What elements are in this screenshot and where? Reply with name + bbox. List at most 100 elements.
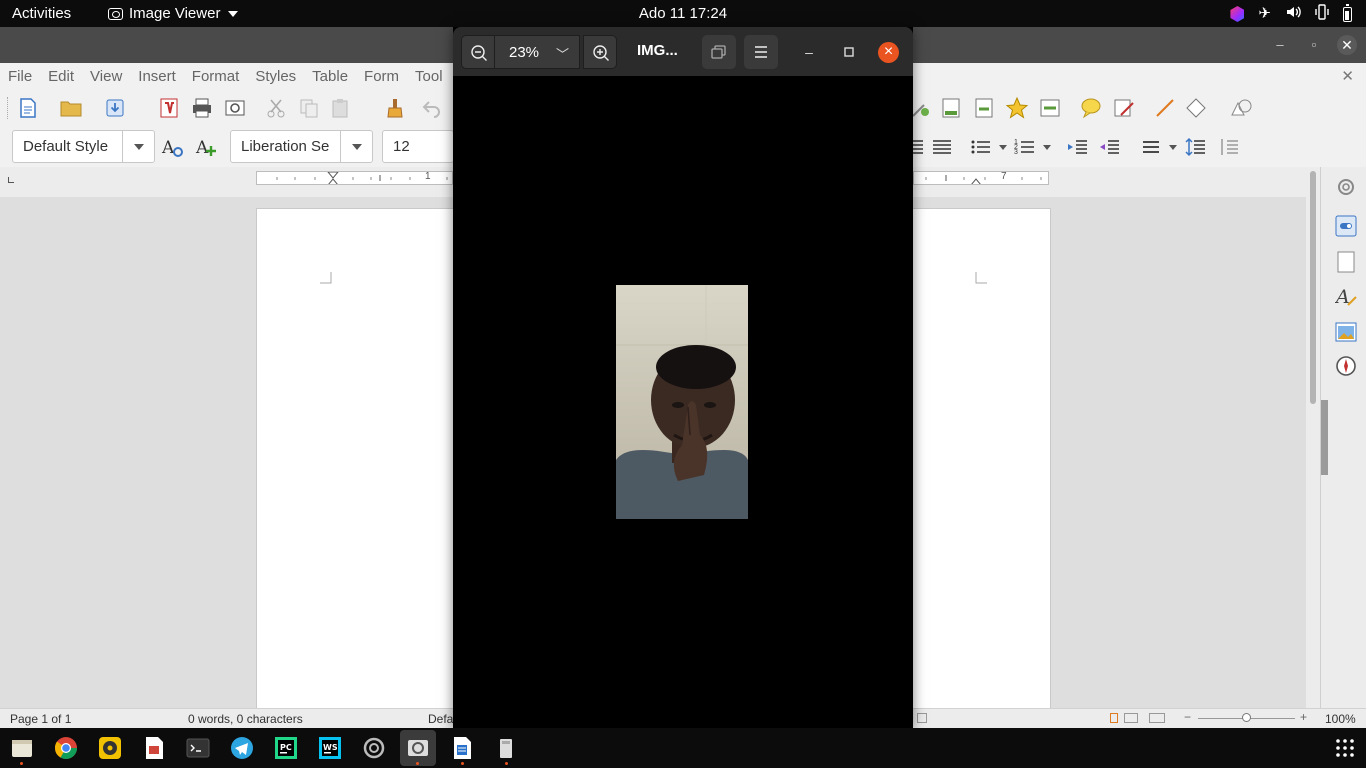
sidebar-collapse-handle[interactable] <box>1321 400 1328 475</box>
font-size-select[interactable]: 12 <box>382 130 454 163</box>
menu-edit[interactable]: Edit <box>48 68 74 85</box>
page-icon[interactable] <box>1335 251 1357 273</box>
styles-icon[interactable]: A <box>1335 285 1357 307</box>
close-button[interactable]: ✕ <box>1337 35 1357 55</box>
show-applications-icon[interactable] <box>1333 736 1357 760</box>
clone-formatting-icon[interactable] <box>384 97 406 119</box>
close-button[interactable]: × <box>878 42 899 63</box>
zoom-out-button[interactable] <box>461 35 495 69</box>
tab-stop-selector[interactable] <box>8 177 14 183</box>
displayed-photo[interactable] <box>616 285 748 519</box>
vertical-scrollbar[interactable] <box>1306 167 1320 708</box>
maximize-button[interactable] <box>838 41 860 63</box>
trash-icon[interactable] <box>494 736 518 760</box>
terminal-icon[interactable] <box>186 736 210 760</box>
telegram-icon[interactable] <box>230 736 254 760</box>
book-view-icon[interactable] <box>1149 713 1165 723</box>
multi-page-view-icon[interactable] <box>1124 713 1138 723</box>
system-tray[interactable]: ✈ <box>1230 3 1352 24</box>
new-style-icon[interactable]: A <box>195 136 217 158</box>
sidebar-settings-icon[interactable] <box>1335 176 1357 198</box>
airplane-mode-icon[interactable]: ✈ <box>1258 5 1271 23</box>
insert-footnote-icon[interactable] <box>940 97 962 119</box>
fullscreen-button[interactable] <box>702 35 736 69</box>
minimize-button[interactable]: – <box>1270 35 1290 55</box>
update-style-icon[interactable]: A <box>161 136 183 158</box>
zoom-out-icon[interactable]: − <box>1184 710 1191 724</box>
zoom-slider-knob[interactable] <box>1242 713 1251 722</box>
navigator-icon[interactable] <box>1335 355 1357 377</box>
vibrate-icon[interactable] <box>1315 4 1329 24</box>
rhythmbox-icon[interactable] <box>98 736 122 760</box>
clock[interactable]: Ado 11 17:24 <box>639 5 727 22</box>
insert-comment-icon[interactable] <box>1080 97 1102 119</box>
menu-view[interactable]: View <box>90 68 122 85</box>
paragraph-style-select[interactable]: Default Style <box>12 130 155 163</box>
minimize-button[interactable]: – <box>798 41 820 63</box>
copy-icon[interactable] <box>298 97 320 119</box>
menu-insert[interactable]: Insert <box>138 68 176 85</box>
activities-button[interactable]: Activities <box>12 5 71 22</box>
page-count[interactable]: Page 1 of 1 <box>10 712 71 726</box>
zoom-in-icon[interactable]: + <box>1300 710 1307 724</box>
increase-indent-icon[interactable] <box>1067 136 1089 158</box>
paste-icon[interactable] <box>330 97 352 119</box>
files-icon[interactable] <box>10 736 34 760</box>
battery-icon[interactable] <box>1343 3 1352 22</box>
webstorm-icon[interactable]: WS <box>318 736 342 760</box>
zoom-in-button[interactable] <box>583 35 617 69</box>
horizontal-ruler-right[interactable]: 7 <box>913 171 1049 185</box>
decrease-indent-icon[interactable] <box>1099 136 1121 158</box>
single-page-view-icon[interactable] <box>1110 713 1118 723</box>
menu-table[interactable]: Table <box>312 68 348 85</box>
export-pdf-icon[interactable] <box>158 97 180 119</box>
unordered-list-icon[interactable] <box>970 136 992 158</box>
insert-bookmark-icon[interactable] <box>1006 97 1028 119</box>
save-icon[interactable] <box>104 97 126 119</box>
chrome-icon[interactable] <box>54 736 78 760</box>
close-document-icon[interactable]: ✕ <box>1341 67 1354 85</box>
viewer-headerbar[interactable]: 23% ﹀ IMG... – × <box>453 27 913 76</box>
chevron-down-icon[interactable] <box>122 131 154 162</box>
track-changes-icon[interactable] <box>1113 97 1135 119</box>
insert-cross-reference-icon[interactable] <box>1039 97 1061 119</box>
menu-tools[interactable]: Tool <box>415 68 443 85</box>
menu-styles[interactable]: Styles <box>255 68 296 85</box>
menu-format[interactable]: Format <box>192 68 240 85</box>
basic-shapes-icon[interactable] <box>1185 97 1207 119</box>
menu-form[interactable]: Form <box>364 68 399 85</box>
cut-icon[interactable] <box>265 97 287 119</box>
list-dropdown-icon[interactable] <box>999 145 1007 150</box>
maximize-button[interactable]: ▫ <box>1304 35 1324 55</box>
page-style[interactable]: Defa <box>428 712 453 726</box>
open-folder-icon[interactable] <box>60 97 82 119</box>
libreoffice-writer-icon[interactable] <box>450 736 474 760</box>
font-name-select[interactable]: Liberation Se <box>230 130 373 163</box>
volume-icon[interactable] <box>1285 4 1301 24</box>
insert-endnote-icon[interactable] <box>973 97 995 119</box>
main-menu-button[interactable] <box>744 35 778 69</box>
app-indicator-icon[interactable] <box>1230 6 1245 22</box>
ordered-list-icon[interactable]: 123 <box>1014 136 1036 158</box>
chevron-down-icon[interactable] <box>340 131 372 162</box>
scrollbar-thumb[interactable] <box>1310 171 1316 404</box>
insert-line-icon[interactable] <box>1154 97 1176 119</box>
increase-paragraph-spacing-icon[interactable] <box>1185 136 1207 158</box>
digital-signature-icon[interactable] <box>917 713 927 723</box>
gallery-icon[interactable] <box>1335 321 1357 343</box>
justify-icon[interactable] <box>931 136 953 158</box>
undo-icon[interactable] <box>421 97 443 119</box>
menu-file[interactable]: File <box>8 68 32 85</box>
spacing-dropdown-icon[interactable] <box>1169 145 1177 150</box>
print-icon[interactable] <box>191 97 213 119</box>
zoom-level-select[interactable]: 23% ﹀ <box>494 35 580 69</box>
properties-icon[interactable] <box>1335 215 1357 237</box>
pycharm-icon[interactable]: PC <box>274 736 298 760</box>
ordered-list-dropdown-icon[interactable] <box>1043 145 1051 150</box>
insert-field-icon[interactable] <box>910 97 932 119</box>
word-count[interactable]: 0 words, 0 characters <box>188 712 303 726</box>
zoom-level[interactable]: 100% <box>1325 712 1356 726</box>
app-menu[interactable]: Image Viewer <box>108 5 239 22</box>
toolbar-grip[interactable] <box>7 97 10 119</box>
draw-functions-icon[interactable] <box>1230 97 1252 119</box>
